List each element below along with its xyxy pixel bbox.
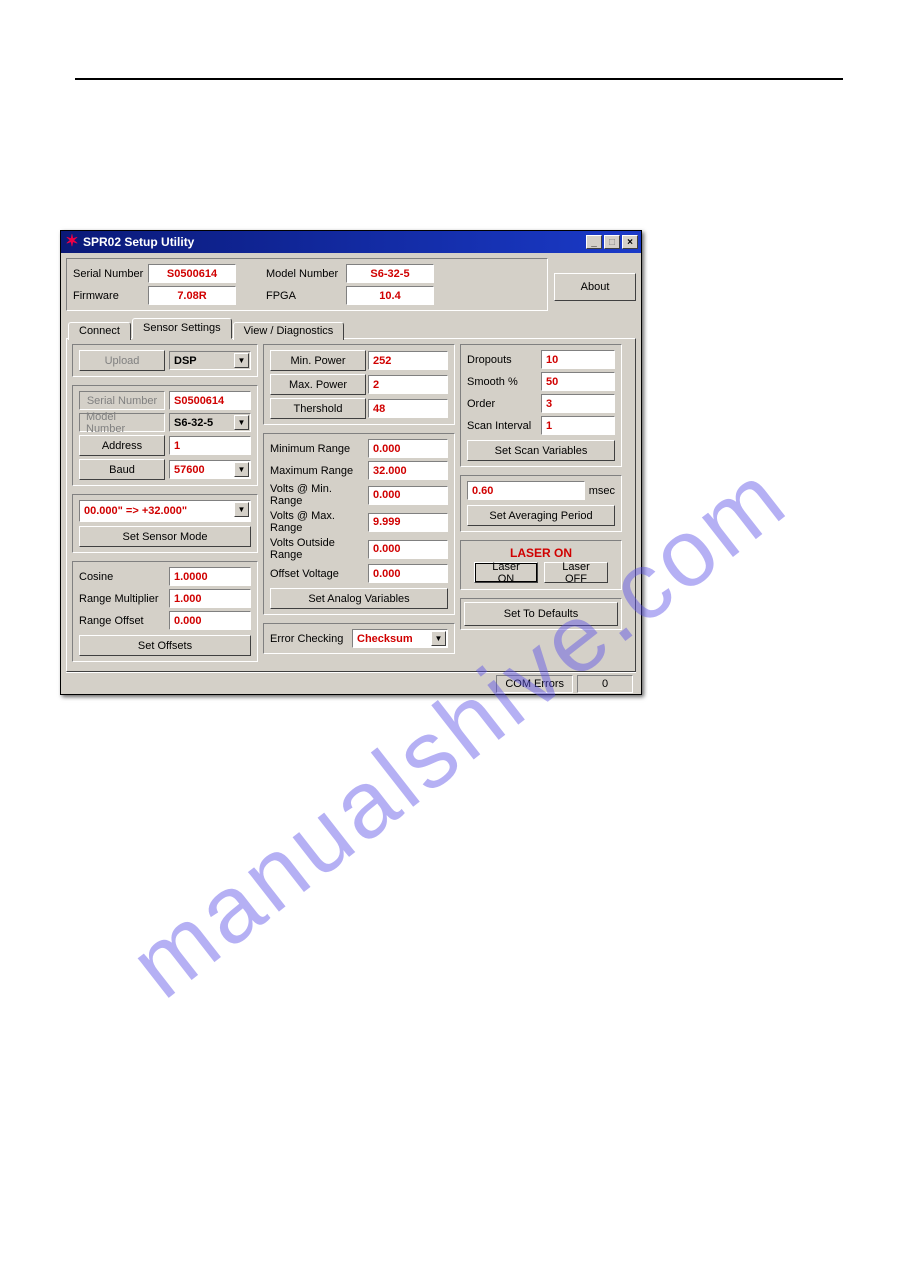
com-errors-label: COM Errors [496,675,573,693]
volts-min-label: Volts @ Min. Range [270,483,366,507]
model-number-button[interactable]: Model Number [79,413,165,432]
serial-number-button[interactable]: Serial Number [79,391,165,410]
volts-min-input[interactable]: 0.000 [368,486,448,505]
upload-select[interactable]: DSP▼ [169,351,251,370]
volts-outside-label: Volts Outside Range [270,537,366,561]
model-label: Model Number [266,268,346,280]
laser-status-label: LASER ON [467,544,615,562]
min-range-label: Minimum Range [270,443,366,455]
offset-voltage-input[interactable]: 0.000 [368,564,448,583]
address-button[interactable]: Address [79,435,165,456]
max-power-button[interactable]: Max. Power [270,374,366,395]
chevron-down-icon: ▼ [234,415,249,430]
min-range-input[interactable]: 0.000 [368,439,448,458]
cosine-input[interactable]: 1.0000 [169,567,251,586]
threshold-button[interactable]: Thershold [270,398,366,419]
serial-label: Serial Number [73,268,148,280]
set-to-defaults-button[interactable]: Set To Defaults [464,602,618,626]
com-errors-value: 0 [577,675,633,693]
tab-connect[interactable]: Connect [68,322,131,340]
min-power-button[interactable]: Min. Power [270,350,366,371]
tab-page-sensor-settings: Upload DSP▼ Serial Number S0500614 Model… [66,338,636,672]
titlebar: ✶ SPR02 Setup Utility _ □ × [61,231,641,253]
offset-voltage-label: Offset Voltage [270,568,366,580]
baud-button[interactable]: Baud [79,459,165,480]
about-button[interactable]: About [554,273,636,301]
tab-row: Connect Sensor Settings View / Diagnosti… [66,318,636,338]
address-input[interactable]: 1 [169,436,251,455]
upload-button[interactable]: Upload [79,350,165,371]
range-offset-label: Range Offset [79,615,165,627]
cosine-label: Cosine [79,571,165,583]
chevron-down-icon: ▼ [234,462,249,477]
volts-outside-input[interactable]: 0.000 [368,540,448,559]
window-title: SPR02 Setup Utility [83,235,584,249]
volts-max-input[interactable]: 9.999 [368,513,448,532]
fpga-value: 10.4 [346,286,434,305]
set-analog-button[interactable]: Set Analog Variables [270,588,448,609]
chevron-down-icon: ▼ [234,353,249,368]
avg-unit-label: msec [589,485,615,497]
app-icon: ✶ [65,235,79,249]
tab-view-diagnostics[interactable]: View / Diagnostics [233,322,345,340]
order-label: Order [467,398,537,410]
smooth-input[interactable]: 50 [541,372,615,391]
sensor-mode-select[interactable]: 00.000" => +32.000"▼ [79,500,251,522]
dropouts-label: Dropouts [467,354,537,366]
range-multiplier-input[interactable]: 1.000 [169,589,251,608]
smooth-label: Smooth % [467,376,537,388]
scan-interval-label: Scan Interval [467,420,537,432]
maximize-button[interactable]: □ [604,235,620,249]
range-multiplier-label: Range Multiplier [79,593,165,605]
error-checking-label: Error Checking [270,633,348,645]
close-button[interactable]: × [622,235,638,249]
model-value: S6-32-5 [346,264,434,283]
threshold-input[interactable]: 48 [368,399,448,418]
firmware-label: Firmware [73,290,148,302]
model-number-select[interactable]: S6-32-5▼ [169,413,251,432]
error-checking-select[interactable]: Checksum▼ [352,629,448,648]
tab-sensor-settings[interactable]: Sensor Settings [132,318,232,339]
chevron-down-icon: ▼ [431,631,446,646]
laser-off-button[interactable]: Laser OFF [544,562,608,583]
fpga-label: FPGA [266,290,346,302]
range-offset-input[interactable]: 0.000 [169,611,251,630]
baud-select[interactable]: 57600▼ [169,460,251,479]
max-power-input[interactable]: 2 [368,375,448,394]
max-range-label: Maximum Range [270,465,366,477]
scan-interval-input[interactable]: 1 [541,416,615,435]
avg-period-input[interactable]: 0.60 [467,481,585,500]
volts-max-label: Volts @ Max. Range [270,510,366,534]
statusbar: COM Errors 0 [66,672,636,694]
set-scan-variables-button[interactable]: Set Scan Variables [467,440,615,461]
app-window: ✶ SPR02 Setup Utility _ □ × Serial Numbe… [60,230,642,695]
set-sensor-mode-button[interactable]: Set Sensor Mode [79,526,251,547]
laser-on-button[interactable]: Laser ON [474,562,538,583]
serial-number-input[interactable]: S0500614 [169,391,251,410]
serial-value: S0500614 [148,264,236,283]
set-averaging-button[interactable]: Set Averaging Period [467,505,615,526]
chevron-down-icon: ▼ [234,502,249,517]
order-input[interactable]: 3 [541,394,615,413]
set-offsets-button[interactable]: Set Offsets [79,635,251,656]
firmware-value: 7.08R [148,286,236,305]
min-power-input[interactable]: 252 [368,351,448,370]
minimize-button[interactable]: _ [586,235,602,249]
max-range-input[interactable]: 32.000 [368,461,448,480]
dropouts-input[interactable]: 10 [541,350,615,369]
